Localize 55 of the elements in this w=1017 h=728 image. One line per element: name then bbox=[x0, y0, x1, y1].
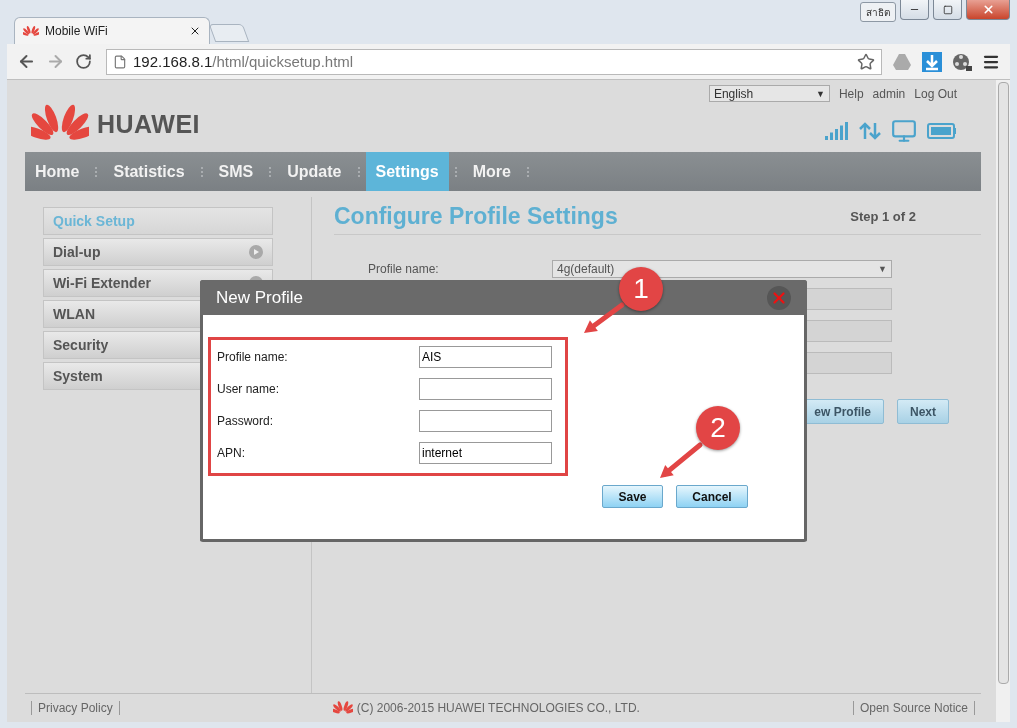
privacy-link[interactable]: Privacy Policy bbox=[31, 701, 120, 715]
battery-icon bbox=[927, 122, 957, 140]
save-button[interactable]: Save bbox=[602, 485, 663, 508]
profile-button[interactable]: สาธิต bbox=[860, 2, 896, 22]
input-field[interactable]: AIS bbox=[419, 346, 552, 368]
nav-tab[interactable]: Statistics bbox=[103, 152, 195, 191]
minimize-button[interactable] bbox=[900, 0, 929, 20]
annotation-arrow bbox=[584, 302, 625, 333]
flower-logo-icon bbox=[23, 24, 39, 38]
signal-icon bbox=[825, 122, 849, 140]
nav-tab[interactable]: More bbox=[462, 152, 521, 191]
reload-icon[interactable] bbox=[75, 53, 92, 70]
header-link[interactable]: admin bbox=[872, 86, 906, 101]
cancel-button[interactable]: Cancel bbox=[676, 485, 748, 508]
download-icon[interactable] bbox=[922, 51, 942, 72]
back-icon[interactable] bbox=[17, 52, 36, 71]
step-indicator: Step 1 of 2 bbox=[850, 209, 916, 224]
maximize-icon bbox=[942, 4, 953, 15]
profile-select[interactable]: 4g(default) ▼ bbox=[552, 260, 892, 278]
brand-logo: HUAWEI bbox=[97, 109, 200, 139]
triangle-icon[interactable] bbox=[892, 52, 912, 71]
input-field[interactable] bbox=[419, 378, 552, 400]
browser-tab[interactable]: Mobile WiFi bbox=[14, 17, 210, 44]
language-select[interactable]: English ▼ bbox=[708, 85, 830, 102]
flower-logo-icon bbox=[332, 700, 353, 716]
scrollbar-thumb[interactable] bbox=[997, 82, 1009, 684]
page-title: Configure Profile Settings bbox=[334, 203, 618, 230]
monitor-icon bbox=[891, 118, 917, 144]
tab-title: Mobile WiFi bbox=[45, 24, 109, 38]
open-source-link[interactable]: Open Source Notice bbox=[852, 701, 975, 715]
address-field[interactable]: 192.168.8.1/html/quicksetup.html bbox=[106, 48, 882, 75]
copyright-text: (C) 2006-2015 HUAWEI TECHNOLOGIES CO., LTD. bbox=[356, 701, 640, 715]
field-label: Profile name: bbox=[368, 262, 440, 276]
form-button[interactable]: Next bbox=[897, 399, 949, 424]
sidebar-item[interactable]: Dial-up bbox=[43, 238, 273, 266]
close-icon[interactable] bbox=[189, 25, 201, 37]
transfer-arrows-icon bbox=[859, 122, 881, 140]
forward-icon[interactable] bbox=[46, 52, 65, 71]
close-icon bbox=[981, 3, 995, 16]
header-link[interactable]: Log Out bbox=[914, 86, 957, 101]
header-link[interactable]: Help bbox=[838, 86, 864, 101]
nav-tab[interactable]: Home bbox=[25, 152, 90, 191]
star-icon[interactable] bbox=[857, 52, 875, 71]
input-field[interactable]: internet bbox=[419, 442, 552, 464]
film-reel-icon[interactable] bbox=[952, 51, 972, 72]
nav-tab[interactable]: Update bbox=[277, 152, 352, 191]
field-label: APN: bbox=[217, 446, 246, 460]
maximize-button[interactable] bbox=[933, 0, 962, 20]
annotation-arrow bbox=[660, 442, 703, 478]
nav-tab[interactable]: SMS bbox=[208, 152, 264, 191]
close-button[interactable] bbox=[966, 0, 1010, 20]
field-label: Password: bbox=[217, 414, 275, 428]
new-tab-button[interactable] bbox=[208, 24, 250, 42]
page-icon bbox=[113, 54, 127, 69]
input-field[interactable] bbox=[419, 410, 552, 432]
